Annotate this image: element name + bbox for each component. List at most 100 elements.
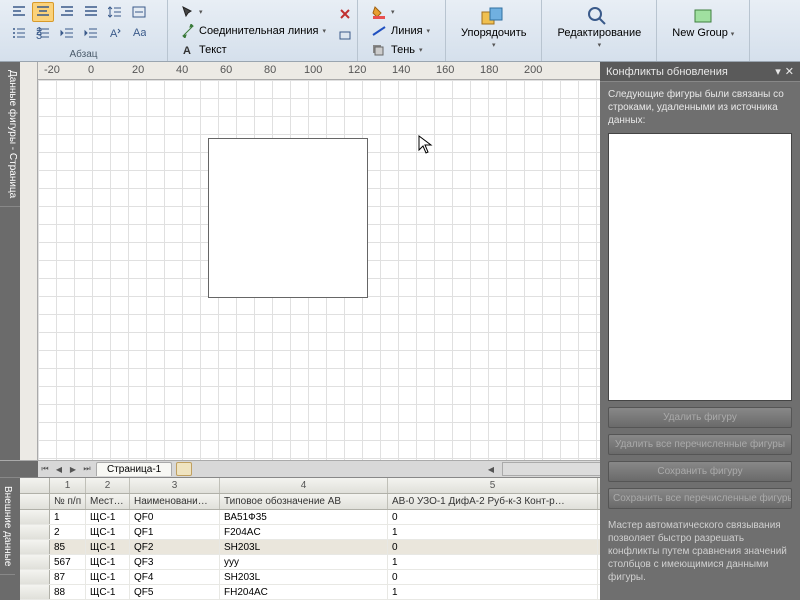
ribbon-group-arrange: Упорядочить▾ <box>446 0 542 61</box>
pointer-tool-button[interactable]: ▾ <box>176 2 349 21</box>
save-all-button[interactable]: Сохранить все перечисленные фигуры <box>608 488 792 509</box>
cell[interactable]: QF2 <box>130 540 220 554</box>
cell[interactable]: 0 <box>388 540 598 554</box>
newgroup-label: New Group <box>672 27 728 39</box>
col-number[interactable]: 2 <box>86 478 130 493</box>
align-justify-button[interactable] <box>80 2 102 22</box>
bottom-tab-externaldata[interactable]: Внешние данные <box>0 478 15 575</box>
col-number[interactable]: 1 <box>50 478 86 493</box>
panel-close-icon[interactable]: ✕ <box>785 65 794 78</box>
cell[interactable]: 1 <box>388 585 598 599</box>
decrease-indent-button[interactable] <box>56 23 78 43</box>
ribbon-group-paragraph: 123 A Aa Абзац <box>0 0 168 61</box>
cell[interactable]: ууу <box>220 555 388 569</box>
line-spacing-button[interactable] <box>104 2 126 22</box>
vert-align-button[interactable] <box>128 2 150 22</box>
ribbon: 123 A Aa Абзац ▾ Соединительная ли <box>0 0 800 62</box>
line-style-button[interactable]: Линия▾ <box>366 21 437 40</box>
cell[interactable]: F204AC <box>220 525 388 539</box>
cell[interactable]: 1 <box>50 510 86 524</box>
tab-nav-first[interactable]: ⏮ <box>38 461 52 477</box>
cell[interactable]: FH204AC <box>220 585 388 599</box>
cell[interactable]: ЩС-1 <box>86 555 130 569</box>
cell[interactable]: SH203L <box>220 570 388 584</box>
conflict-list[interactable] <box>608 133 792 401</box>
field-header[interactable]: Типовое обозначение AB <box>220 494 388 509</box>
field-header[interactable]: № п/п <box>50 494 86 509</box>
cell[interactable]: ЩС-1 <box>86 510 130 524</box>
field-header[interactable]: Мест… <box>86 494 130 509</box>
cell[interactable]: ЩС-1 <box>86 570 130 584</box>
field-header[interactable]: АВ-0 УЗО-1 ДифА-2 Руб-к-3 Конт-р… <box>388 494 598 509</box>
edit-label: Редактирование <box>557 27 641 39</box>
text-tool-button[interactable]: A Текст <box>176 40 349 59</box>
edit-button[interactable]: Редактирование▾ <box>550 2 648 53</box>
field-header[interactable]: Наименовани… <box>130 494 220 509</box>
col-number[interactable]: 3 <box>130 478 220 493</box>
delete-all-button[interactable]: Удалить все перечисленные фигуры <box>608 434 792 455</box>
connector-tool-button[interactable]: Соединительная линия▾ <box>176 21 349 40</box>
cell[interactable]: QF1 <box>130 525 220 539</box>
align-right-button[interactable] <box>56 2 78 22</box>
ribbon-group-edit: Редактирование▾ <box>542 0 657 61</box>
ribbon-group-tools: ▾ Соединительная линия▾ AТекст Сервис <box>168 0 358 61</box>
align-left-button[interactable] <box>8 2 30 22</box>
col-number[interactable]: 5 <box>388 478 598 493</box>
delete-x-button[interactable] <box>334 4 356 24</box>
bullet-list-button[interactable] <box>8 23 30 43</box>
rectangle-shape[interactable] <box>208 138 368 298</box>
cell[interactable]: 85 <box>50 540 86 554</box>
cursor-icon <box>418 135 434 155</box>
numbered-list-button[interactable]: 123 <box>32 23 54 43</box>
cell[interactable]: SH203L <box>220 540 388 554</box>
rectangle-tool-button[interactable] <box>334 25 356 45</box>
panel-title-bar: Конфликты обновления ▾ ✕ <box>600 62 800 82</box>
cell[interactable]: 2 <box>50 525 86 539</box>
cell[interactable]: 0 <box>388 570 598 584</box>
left-tabs: Данные фигуры - Страница <box>0 62 20 460</box>
cell[interactable]: ВА51Ф35 <box>220 510 388 524</box>
panel-footer: Мастер автоматического связывания позвол… <box>608 519 792 584</box>
tab-nav-next[interactable]: ▶ <box>66 461 80 477</box>
panel-message: Следующие фигуры были связаны со строкам… <box>608 88 792 127</box>
text-direction-button[interactable]: Aa <box>128 23 150 43</box>
cell[interactable]: QF3 <box>130 555 220 569</box>
tab-nav-prev[interactable]: ◀ <box>52 461 66 477</box>
shadow-button[interactable]: Тень▾ <box>366 40 437 59</box>
arrange-button[interactable]: Упорядочить▾ <box>454 2 533 53</box>
cell[interactable]: ЩС-1 <box>86 585 130 599</box>
align-center-button[interactable] <box>32 2 54 22</box>
cell[interactable]: 1 <box>388 525 598 539</box>
hscroll-left[interactable]: ◀ <box>484 461 498 477</box>
conflicts-panel: Конфликты обновления ▾ ✕ Следующие фигур… <box>600 62 800 600</box>
svg-text:A: A <box>110 28 118 39</box>
cell[interactable]: 567 <box>50 555 86 569</box>
fill-button[interactable]: ▾ <box>366 2 437 21</box>
increase-indent-button[interactable] <box>80 23 102 43</box>
tab-nav-last[interactable]: ⏭ <box>80 461 94 477</box>
paragraph-group-label: Абзац <box>8 47 159 60</box>
ribbon-group-shape: ▾ Линия▾ Тень▾ Фигура <box>358 0 446 61</box>
col-number[interactable]: 4 <box>220 478 388 493</box>
page-tab-1[interactable]: Страница-1 <box>96 462 172 476</box>
svg-text:Aa: Aa <box>133 27 146 39</box>
cell[interactable]: QF4 <box>130 570 220 584</box>
svg-text:A: A <box>183 45 191 57</box>
left-tab-shapedata[interactable]: Данные фигуры - Страница <box>0 62 20 207</box>
cell[interactable]: 0 <box>388 510 598 524</box>
panel-menu-icon[interactable]: ▾ <box>775 65 781 78</box>
cell[interactable]: QF5 <box>130 585 220 599</box>
cell[interactable]: 1 <box>388 555 598 569</box>
text-tool-label: Текст <box>199 44 227 56</box>
cell[interactable]: ЩС-1 <box>86 540 130 554</box>
cell[interactable]: 88 <box>50 585 86 599</box>
cell[interactable]: QF0 <box>130 510 220 524</box>
cell[interactable]: 87 <box>50 570 86 584</box>
delete-shape-button[interactable]: Удалить фигуру <box>608 407 792 428</box>
cell[interactable]: ЩС-1 <box>86 525 130 539</box>
text-rotation-button[interactable]: A <box>104 23 126 43</box>
connector-label: Соединительная линия <box>199 25 318 37</box>
newgroup-button[interactable]: New Group ▾ <box>665 2 741 42</box>
save-shape-button[interactable]: Сохранить фигуру <box>608 461 792 482</box>
add-page-button[interactable] <box>176 462 192 476</box>
